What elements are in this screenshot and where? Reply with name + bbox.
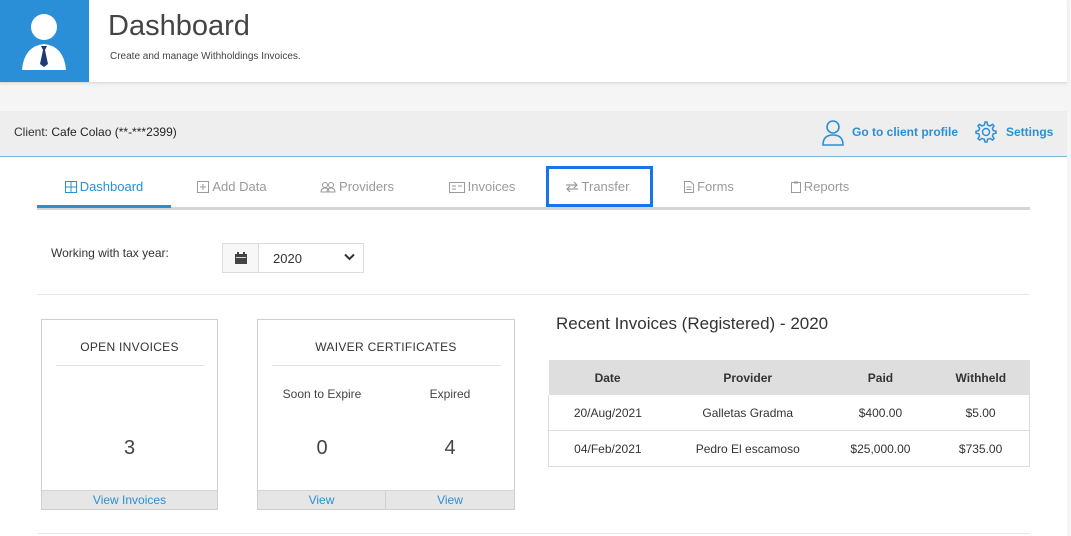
tax-year-value: 2020 <box>273 251 302 266</box>
card-title: OPEN INVOICES <box>80 340 179 354</box>
open-invoices-count: 3 <box>123 437 136 459</box>
tab-label: Dashboard <box>79 179 144 194</box>
users-icon <box>320 182 336 193</box>
tab-label: Add Data <box>212 179 267 194</box>
calendar-icon <box>235 252 247 264</box>
tab-forms[interactable]: Forms <box>673 169 745 205</box>
divider <box>37 294 1030 295</box>
column-header-date: Date <box>548 360 667 395</box>
settings-link[interactable]: Settings <box>1006 125 1053 139</box>
tab-reports[interactable]: Reports <box>775 169 865 205</box>
client-bar: Client: Cafe Colao (**-***2399) Go to cl… <box>0 111 1067 158</box>
cell-provider: Pedro El escamoso <box>666 430 829 467</box>
cell-withheld: $735.00 <box>932 430 1031 467</box>
chevron-down-icon <box>344 253 355 261</box>
waiver-certificates-card: WAIVER CERTIFICATES Soon to Expire Expir… <box>257 319 515 510</box>
client-info: Client: Cafe Colao (**-***2399) <box>14 125 177 139</box>
tab-invoices[interactable]: Invoices <box>437 169 527 205</box>
table-row[interactable]: 04/Feb/2021 Pedro El escamoso $25,000.00… <box>547 430 1031 467</box>
page-title: Dashboard <box>108 10 250 42</box>
soon-to-expire-label: Soon to Expire <box>282 387 362 401</box>
column-header-paid: Paid <box>828 360 933 395</box>
card-title: WAIVER CERTIFICATES <box>315 340 457 354</box>
column-header-withheld: Withheld <box>932 360 1030 395</box>
page-subtitle: Create and manage Withholdings Invoices. <box>110 51 301 62</box>
calendar-addon <box>223 244 259 272</box>
cell-date: 04/Feb/2021 <box>547 430 667 467</box>
cell-paid: $25,000.00 <box>828 430 933 467</box>
plus-square-icon <box>197 181 210 193</box>
cell-provider: Galletas Gradma <box>666 395 829 431</box>
tab-label: Invoices <box>467 179 516 194</box>
tab-providers[interactable]: Providers <box>307 169 407 205</box>
table-row[interactable]: 20/Aug/2021 Galletas Gradma $400.00 $5.0… <box>547 395 1031 431</box>
tab-label: Reports <box>803 179 850 194</box>
tab-add-data[interactable]: Add Data <box>187 169 277 205</box>
view-invoices-link[interactable]: View Invoices <box>42 490 217 509</box>
go-to-client-profile-link[interactable]: Go to client profile <box>852 125 958 139</box>
cell-date: 20/Aug/2021 <box>547 395 667 431</box>
view-soon-to-expire-link[interactable]: View <box>258 490 386 509</box>
main-content: Dashboard Add Data Providers Invoices Tr… <box>0 157 1067 536</box>
tax-year-select[interactable]: 2020 <box>222 243 364 273</box>
tax-year-label: Working with tax year: <box>51 246 169 260</box>
clipboard-icon <box>790 181 801 193</box>
cell-withheld: $5.00 <box>932 395 1031 431</box>
tab-bar: Dashboard Add Data Providers Invoices Tr… <box>37 169 1030 210</box>
recent-invoices-table: Date Provider Paid Withheld 20/Aug/2021 … <box>547 360 1031 467</box>
tab-label: Providers <box>339 179 394 194</box>
user-avatar-icon <box>22 14 66 70</box>
invoice-icon <box>448 182 465 193</box>
soon-to-expire-count: 0 <box>316 437 328 459</box>
divider <box>37 533 1030 534</box>
top-header: Dashboard Create and manage Withholdings… <box>0 0 1067 83</box>
expired-label: Expired <box>429 387 471 401</box>
client-name: Cafe Colao (**-***2399) <box>51 125 177 139</box>
avatar <box>0 0 89 82</box>
transfer-tab-highlight <box>546 166 653 207</box>
column-header-provider: Provider <box>666 360 829 395</box>
card-divider <box>56 365 204 366</box>
tab-label: Forms <box>697 179 734 194</box>
open-invoices-card: OPEN INVOICES 3 View Invoices <box>41 319 218 510</box>
tab-dashboard[interactable]: Dashboard <box>37 169 171 208</box>
expired-count: 4 <box>444 437 456 459</box>
table-header-row: Date Provider Paid Withheld <box>548 360 1030 395</box>
view-expired-link[interactable]: View <box>386 490 514 509</box>
file-icon <box>684 181 695 193</box>
recent-invoices-title: Recent Invoices (Registered) - 2020 <box>556 314 829 333</box>
client-prefix: Client: <box>14 125 49 139</box>
card-divider <box>272 365 501 366</box>
gear-icon[interactable] <box>973 119 997 145</box>
grid-icon <box>64 181 77 193</box>
user-profile-icon[interactable] <box>821 119 845 147</box>
cell-paid: $400.00 <box>828 395 933 431</box>
